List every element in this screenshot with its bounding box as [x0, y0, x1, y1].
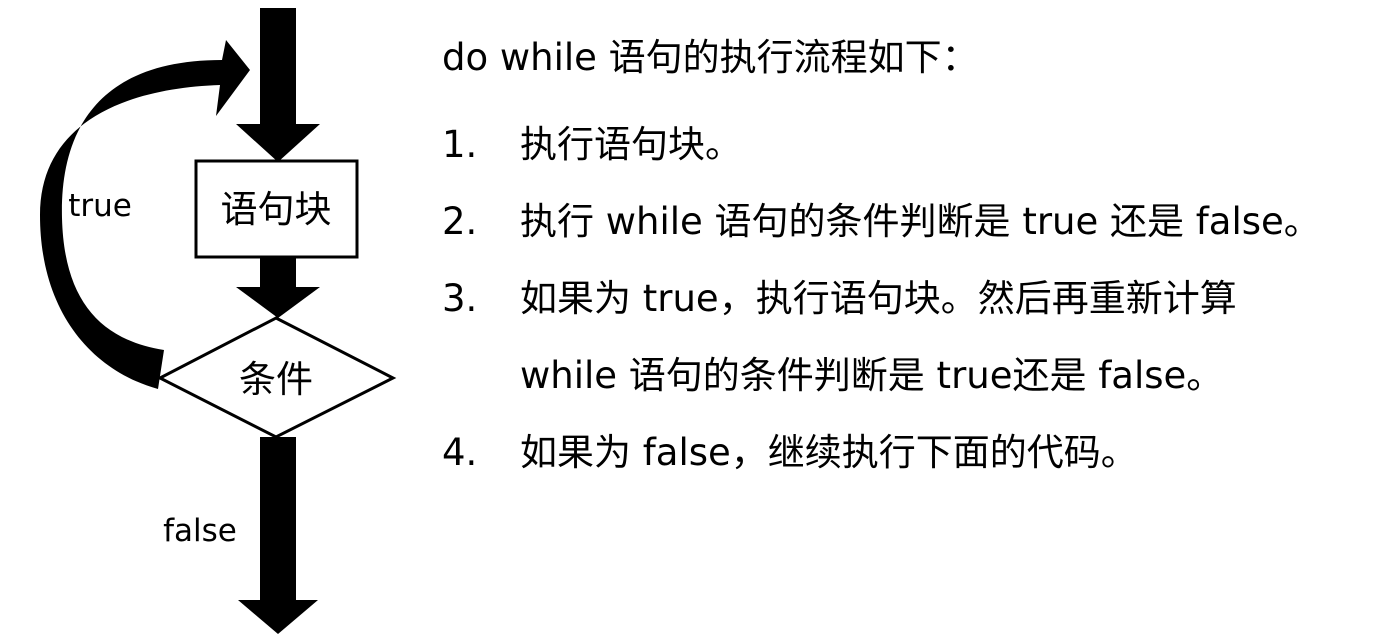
description-panel: do while 语句的执行流程如下： 1. 执行语句块。 2. 执行 whil…: [442, 30, 1372, 491]
step-item: 2. 执行 while 语句的条件判断是 true 还是 false。: [442, 183, 1372, 260]
true-label: true: [68, 188, 132, 224]
step-text: 如果为 false，继续执行下面的代码。: [520, 414, 1372, 491]
step-text: 如果为 true，执行语句块。然后再重新计算 while 语句的条件判断是 tr…: [520, 260, 1372, 414]
description-title: do while 语句的执行流程如下：: [442, 36, 979, 79]
step-line: 执行 while 语句的条件判断是 true 还是 false。: [520, 200, 1321, 243]
step-number: 4.: [442, 431, 478, 474]
step-item: 3. 如果为 true，执行语句块。然后再重新计算 while 语句的条件判断是…: [442, 260, 1372, 414]
step-line: 如果为 false，继续执行下面的代码。: [520, 431, 1138, 474]
statement-block: 语句块: [194, 159, 359, 259]
entry-arrow: [236, 8, 320, 162]
step-item: 1. 执行语句块。: [442, 106, 1372, 183]
statement-block-label: 语句块: [221, 188, 332, 231]
do-while-flowchart: 语句块 条件 true false: [40, 8, 397, 634]
false-label: false: [163, 513, 237, 549]
step-number: 1.: [442, 123, 478, 166]
step-line: while 语句的条件判断是 true还是 false。: [520, 354, 1224, 397]
step-number: 3.: [442, 277, 478, 320]
condition-label: 条件: [239, 358, 313, 401]
block-to-condition-arrow: [236, 257, 320, 318]
step-line: 执行语句块。: [520, 123, 742, 166]
step-number: 2.: [442, 200, 478, 243]
step-line: 如果为 true，执行语句块。然后再重新计算: [520, 277, 1237, 320]
step-item: 4. 如果为 false，继续执行下面的代码。: [442, 414, 1372, 491]
step-text: 执行 while 语句的条件判断是 true 还是 false。: [520, 183, 1372, 260]
step-text: 执行语句块。: [520, 106, 1372, 183]
false-exit-arrow: [238, 437, 318, 634]
steps-list: 1. 执行语句块。 2. 执行 while 语句的条件判断是 true 还是 f…: [442, 106, 1372, 491]
condition-diamond: 条件: [156, 316, 397, 439]
